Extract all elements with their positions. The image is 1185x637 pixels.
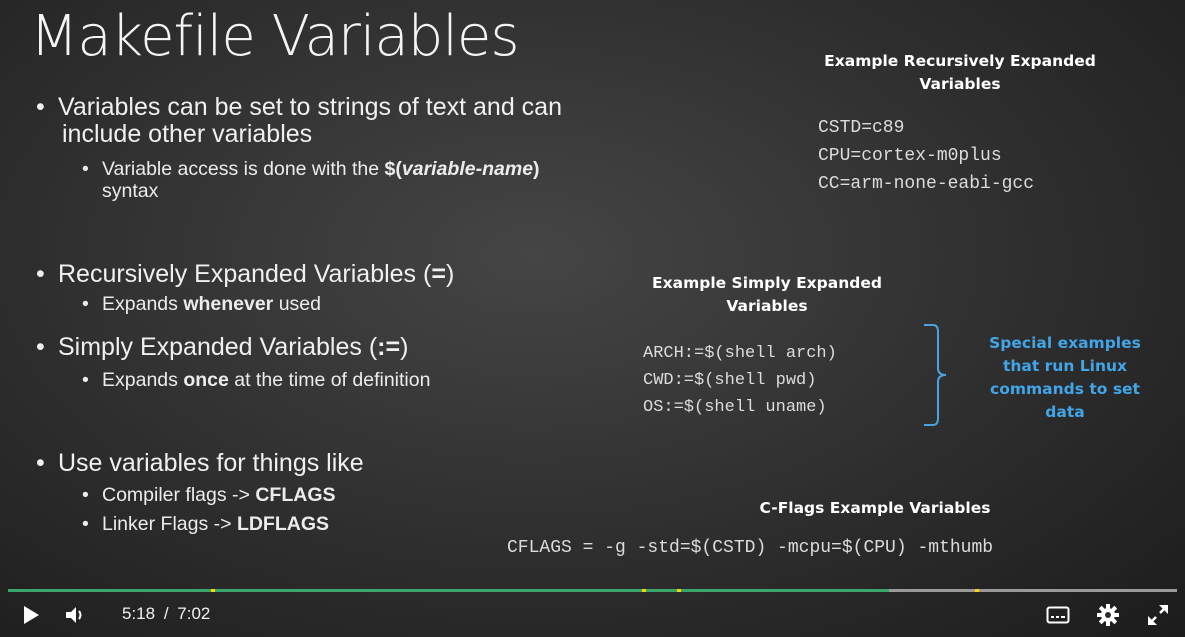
note-line: that run Linux <box>1002 357 1128 375</box>
fullscreen-button[interactable] <box>1146 600 1170 630</box>
simple-example-heading: Example Simply Expanded Variables <box>612 272 922 318</box>
bullet-text: Simply Expanded Variables ( <box>58 333 378 361</box>
bullet-bold: = <box>431 260 446 288</box>
sub-bold: LDFLAGS <box>236 513 330 535</box>
sub-bullet-access: • Variable access is done with the $(vari… <box>82 158 540 202</box>
progress-played <box>8 589 890 592</box>
heading-line: Variables <box>726 297 808 315</box>
volume-icon <box>66 607 82 623</box>
chapter-marker <box>211 589 216 592</box>
sub-text: Expands <box>102 369 184 391</box>
linux-commands-note: Special examples that run Linux commands… <box>965 332 1165 424</box>
sub-text: used <box>273 293 321 315</box>
sub-bullet-once: • Expands once at the time of definition <box>82 369 431 391</box>
cflags-example-code: CFLAGS = -g -std=$(CSTD) -mcpu=$(CPU) -m… <box>507 538 994 558</box>
bullet-use-variables: • Use variables for things like <box>36 449 364 477</box>
play-icon <box>24 606 39 624</box>
sub-bullet-ldflags: • Linker Flags -> LDFLAGS <box>82 513 330 535</box>
duration: 7:02 <box>177 604 211 623</box>
sub-text: Expands <box>102 293 184 315</box>
progress-bar[interactable] <box>8 589 1177 592</box>
bullet-text: Recursively Expanded Variables ( <box>58 260 432 288</box>
code-line: OS:=$(shell uname) <box>643 398 827 417</box>
sub-bullet-cflags: • Compiler flags -> CFLAGS <box>82 484 336 506</box>
sub-text: at the time of definition <box>228 369 431 391</box>
note-line: data <box>1045 403 1085 421</box>
chapter-marker <box>974 589 979 592</box>
recursive-example-code: CSTD=c89 CPU=cortex-m0plus CC=arm-none-e… <box>818 114 1034 198</box>
bullet-text-cont: include other variables <box>62 120 313 148</box>
sub-italic: variable-name <box>401 158 534 180</box>
sub-text-cont: syntax <box>102 180 159 202</box>
slide-title: Makefile Variables <box>30 4 520 69</box>
chapter-marker <box>676 589 681 592</box>
brace-icon <box>924 324 947 426</box>
play-button[interactable] <box>22 600 40 630</box>
sub-bold: ) <box>533 158 540 180</box>
code-line: CWD:=$(shell pwd) <box>643 371 817 390</box>
sub-text: Variable access is done with the <box>102 158 385 180</box>
note-line: Special examples <box>989 334 1141 352</box>
subtitles-button[interactable] <box>1046 600 1070 630</box>
simple-example-code: ARCH:=$(shell arch) CWD:=$(shell pwd) OS… <box>643 340 837 421</box>
code-line: CSTD=c89 <box>818 118 905 138</box>
subtitles-icon <box>1046 606 1070 624</box>
bullet-text: Use variables for things like <box>58 449 364 477</box>
cflags-example-heading: C-Flags Example Variables <box>759 499 991 517</box>
note-line: commands to set <box>990 380 1140 398</box>
time-separator: / <box>163 604 169 623</box>
recursive-example-heading: Example Recursively Expanded Variables <box>790 50 1130 96</box>
code-line: CPU=cortex-m0plus <box>818 146 1002 166</box>
heading-line: Variables <box>919 75 1001 93</box>
time-display: 5:18 / 7:02 <box>122 604 210 624</box>
heading-line: Example Simply Expanded <box>652 274 882 292</box>
current-time: 5:18 <box>122 604 156 623</box>
bullet-text: Variables can be set to strings of text … <box>58 93 562 121</box>
sub-text: Compiler flags -> <box>102 484 256 506</box>
bullet-text: ) <box>400 333 409 361</box>
bullet-bold: := <box>377 333 401 361</box>
bullet-simple: • Simply Expanded Variables (:=) <box>36 333 409 361</box>
heading-line: Example Recursively Expanded <box>824 52 1096 70</box>
sub-bold: whenever <box>183 293 274 315</box>
sub-text: Linker Flags -> <box>102 513 237 535</box>
fullscreen-icon <box>1148 605 1168 625</box>
sub-bold: $( <box>384 158 402 180</box>
sub-bold: CFLAGS <box>255 484 336 506</box>
bullet-variables: • Variables can be set to strings of text… <box>36 93 562 148</box>
code-line: CC=arm-none-eabi-gcc <box>818 174 1035 194</box>
chapter-marker <box>641 589 646 592</box>
bullet-recursive: • Recursively Expanded Variables (=) <box>36 260 455 288</box>
code-line: ARCH:=$(shell arch) <box>643 344 837 363</box>
sub-bullet-whenever: • Expands whenever used <box>82 293 321 315</box>
sub-bold: once <box>183 369 229 391</box>
settings-gear-icon <box>1097 604 1119 626</box>
volume-button[interactable] <box>64 600 88 630</box>
bullet-text: ) <box>445 260 455 288</box>
settings-button[interactable] <box>1097 600 1119 630</box>
